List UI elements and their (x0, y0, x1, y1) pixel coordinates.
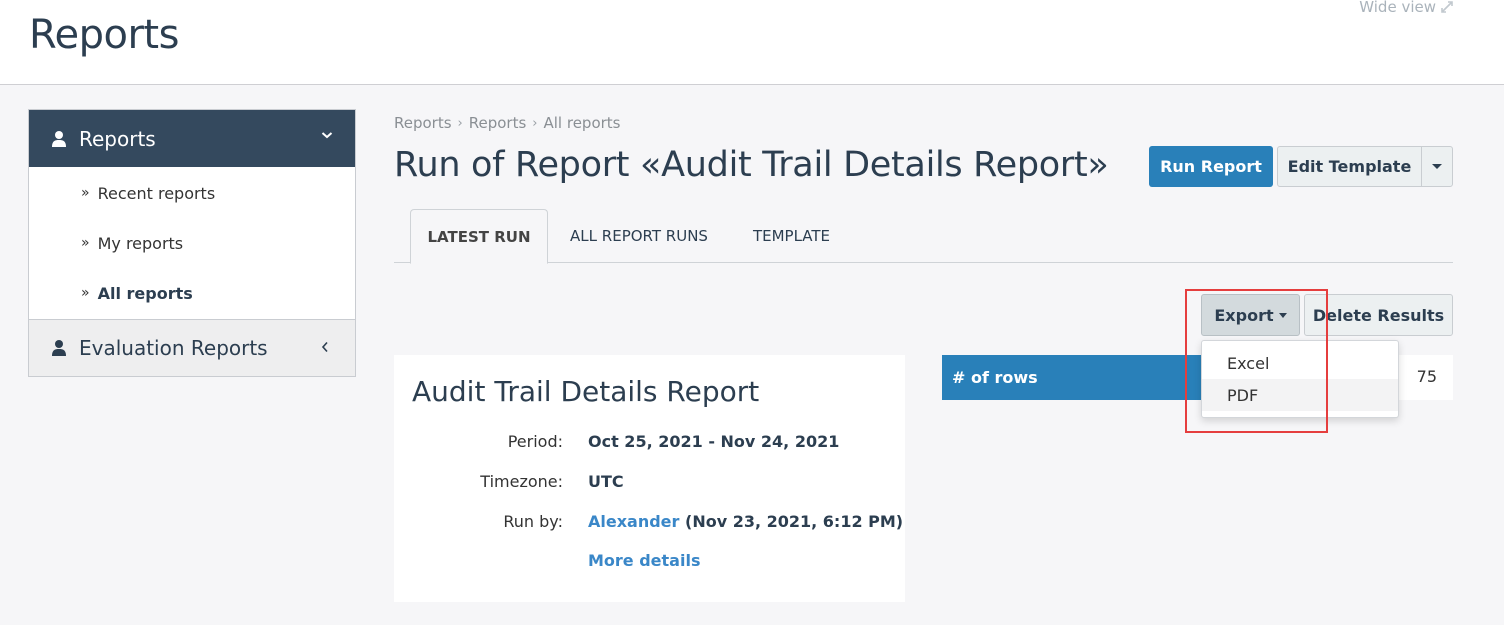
report-tabs: LATEST RUN ALL REPORT RUNS TEMPLATE (394, 209, 1453, 264)
rows-count-value: 75 (1416, 367, 1437, 386)
sidebar-item-label: All reports (97, 283, 193, 303)
chevron-left-icon (321, 341, 328, 353)
double-chevron-icon: » (81, 285, 90, 301)
export-menu: Excel PDF (1201, 340, 1399, 418)
run-by-time: (Nov 23, 2021, 6:12 PM) (685, 512, 904, 531)
timezone-value: UTC (588, 472, 624, 491)
sidebar-submenu: » Recent reports » My reports » All repo… (29, 167, 355, 319)
sidebar-section-label: Evaluation Reports (79, 336, 268, 360)
sidebar-item-recent-reports[interactable]: » Recent reports (29, 168, 355, 218)
export-menu-item-pdf[interactable]: PDF (1202, 379, 1398, 411)
delete-results-button[interactable]: Delete Results (1304, 294, 1453, 336)
export-button[interactable]: Export (1201, 294, 1300, 336)
page-title: Run of Report «Audit Trail Details Repor… (394, 145, 1109, 185)
run-by-label: Run by: (503, 512, 563, 531)
chevron-down-icon (321, 132, 333, 139)
expand-icon (1441, 1, 1453, 13)
timezone-label: Timezone: (480, 472, 563, 491)
user-icon (52, 130, 66, 147)
app-title: Reports (29, 12, 179, 58)
caret-down-icon (1278, 312, 1287, 318)
sidebar-item-my-reports[interactable]: » My reports (29, 218, 355, 268)
wide-view-label: Wide view (1359, 0, 1436, 16)
user-icon (52, 340, 66, 356)
more-details-row: More details (394, 551, 905, 575)
period-label: Period: (507, 432, 563, 451)
run-report-button[interactable]: Run Report (1149, 146, 1273, 187)
chevron-right-icon: › (457, 115, 463, 131)
sidebar-item-label: Recent reports (97, 183, 216, 203)
breadcrumb: Reports › Reports › All reports (394, 114, 621, 132)
sidebar: Reports » Recent reports » My reports » … (28, 109, 356, 377)
edit-template-dropdown-toggle[interactable] (1421, 146, 1453, 187)
rows-count-label: # of rows (942, 355, 1242, 400)
caret-down-icon (1432, 163, 1442, 169)
more-details-link[interactable]: More details (588, 551, 700, 570)
tab-template[interactable]: TEMPLATE (734, 209, 849, 263)
sidebar-section-reports[interactable]: Reports (29, 110, 355, 167)
period-row: Period: Oct 25, 2021 - Nov 24, 2021 (394, 432, 905, 456)
breadcrumb-item[interactable]: All reports (544, 114, 621, 132)
tab-latest-run[interactable]: LATEST RUN (410, 209, 548, 264)
timezone-row: Timezone: UTC (394, 472, 905, 496)
chevron-right-icon: › (532, 115, 538, 131)
breadcrumb-item[interactable]: Reports (394, 114, 452, 132)
tab-all-report-runs[interactable]: ALL REPORT RUNS (554, 209, 724, 263)
export-menu-item-excel[interactable]: Excel (1202, 347, 1398, 379)
edit-template-button[interactable]: Edit Template (1277, 146, 1422, 187)
report-title: Audit Trail Details Report (412, 375, 760, 408)
wide-view-toggle[interactable]: Wide view (1359, 0, 1454, 16)
run-by-user-link[interactable]: Alexander (588, 512, 679, 531)
run-by-value: Alexander (Nov 23, 2021, 6:12 PM) (588, 512, 903, 531)
double-chevron-icon: » (81, 185, 90, 201)
sidebar-section-evaluation-reports[interactable]: Evaluation Reports (29, 319, 355, 376)
sidebar-item-label: My reports (97, 233, 184, 253)
sidebar-section-label: Reports (79, 126, 156, 151)
breadcrumb-item[interactable]: Reports (469, 114, 527, 132)
double-chevron-icon: » (81, 235, 90, 251)
report-summary-card: Audit Trail Details Report Period: Oct 2… (394, 355, 905, 602)
period-value: Oct 25, 2021 - Nov 24, 2021 (588, 432, 840, 451)
sidebar-item-all-reports[interactable]: » All reports (29, 268, 355, 318)
run-by-row: Run by: Alexander (Nov 23, 2021, 6:12 PM… (394, 512, 905, 536)
export-label: Export (1214, 305, 1274, 325)
top-header: Reports Wide view (0, 0, 1504, 85)
